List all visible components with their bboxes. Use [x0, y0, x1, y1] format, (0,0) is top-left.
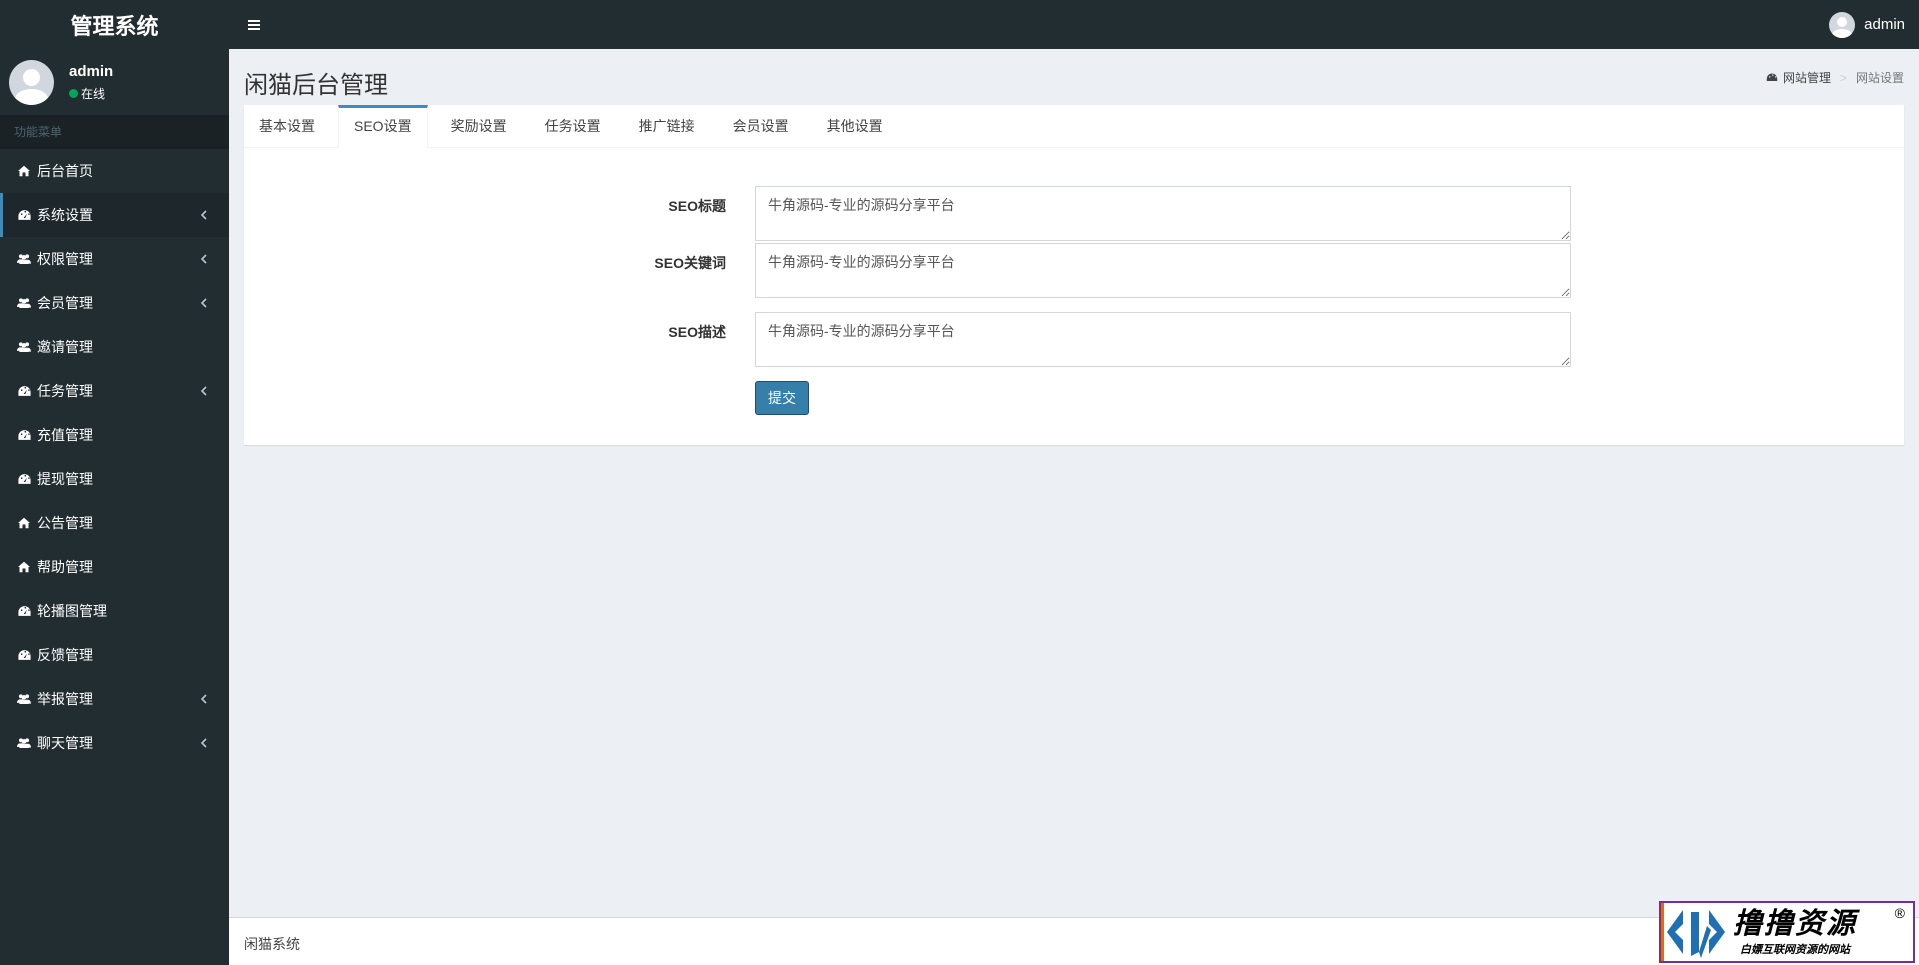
chevron-left-icon [197, 736, 211, 750]
users-icon [17, 692, 31, 706]
tab-6[interactable]: 其他设置 [812, 105, 898, 148]
sidebar-item-label: 邀请管理 [37, 339, 93, 355]
sidebar-item-label: 后台首页 [37, 163, 93, 179]
sidebar: admin 在线 功能菜单 后台首页系统设置权限管理会员管理邀请管理任务管理充值… [0, 49, 229, 965]
online-dot-icon [69, 88, 78, 98]
users-icon [17, 736, 31, 750]
sidebar-item-8[interactable]: 公告管理 [0, 501, 229, 545]
seo-title-label: SEO标题 [668, 198, 726, 214]
main-content: 闲猫后台管理 网站管理 > 网站设置 基本设置 SEO设置 奖励设置 任务设置 推广链接… [229, 49, 1919, 917]
form-row-seo-keywords: SEO关键词 牛角源码-专业的源码分享平台 [244, 243, 1904, 298]
sidebar-item-label: 会员管理 [37, 295, 93, 311]
chevron-left-icon [197, 296, 211, 310]
avatar [9, 59, 54, 105]
page-title: 闲猫后台管理 [244, 72, 388, 99]
avatar [1829, 11, 1856, 38]
sidebar-item-0[interactable]: 后台首页 [0, 149, 229, 193]
home-icon [17, 164, 31, 178]
breadcrumb-item-site[interactable]: 网站管理 [1783, 69, 1831, 86]
watermark-title: 撸撸资源 [1733, 908, 1858, 940]
tab-5[interactable]: 会员设置 [718, 105, 804, 148]
users-icon [17, 340, 31, 354]
seo-description-input[interactable]: 牛角源码-专业的源码分享平台 [755, 312, 1571, 367]
dashboard-icon [17, 428, 31, 442]
users-icon [17, 296, 31, 310]
sidebar-item-5[interactable]: 任务管理 [0, 369, 229, 413]
users-icon [17, 252, 31, 266]
dashboard-icon [17, 208, 31, 222]
submit-button[interactable]: 提交 [755, 381, 809, 415]
seo-keywords-label: SEO关键词 [654, 255, 726, 271]
seo-description-label: SEO描述 [668, 324, 726, 340]
sidebar-item-label: 权限管理 [37, 251, 93, 267]
breadcrumb: 网站管理 > 网站设置 [1766, 69, 1904, 86]
tab-3[interactable]: 任务设置 [530, 105, 616, 148]
status-badge: 在线 [69, 85, 113, 102]
watermark-subtitle: 白嫖互联网资源的网站 [1740, 944, 1850, 956]
seo-keywords-input[interactable]: 牛角源码-专业的源码分享平台 [755, 243, 1571, 298]
watermark-logo: 撸撸资源 白嫖互联网资源的网站 ® [1659, 901, 1915, 963]
sidebar-item-13[interactable]: 聊天管理 [0, 721, 229, 765]
registered-mark: ® [1894, 905, 1905, 921]
dashboard-icon [17, 472, 31, 486]
sidebar-item-1[interactable]: 系统设置 [0, 193, 229, 237]
sidebar-item-label: 反馈管理 [37, 647, 93, 663]
settings-box: 基本设置 SEO设置 奖励设置 任务设置 推广链接 会员设置 其他设置 SEO标题 牛角源码… [244, 105, 1904, 445]
seo-title-input[interactable]: 牛角源码-专业的源码分享平台 [755, 186, 1571, 241]
dashboard-icon [17, 384, 31, 398]
dashboard-icon [17, 604, 31, 618]
sidebar-menu: 后台首页系统设置权限管理会员管理邀请管理任务管理充值管理提现管理公告管理帮助管理… [0, 149, 229, 765]
sidebar-item-label: 任务管理 [37, 383, 93, 399]
sidebar-item-3[interactable]: 会员管理 [0, 281, 229, 325]
hamburger-icon [248, 23, 260, 26]
brand-mark-icon [1667, 910, 1725, 958]
sidebar-item-label: 帮助管理 [37, 559, 93, 575]
chevron-left-icon [197, 252, 211, 266]
dashboard-icon [17, 648, 31, 662]
home-icon [17, 560, 31, 574]
sidebar-item-11[interactable]: 反馈管理 [0, 633, 229, 677]
tab-1[interactable]: SEO设置 [338, 105, 428, 148]
chevron-left-icon [197, 692, 211, 706]
sidebar-item-label: 轮播图管理 [37, 603, 107, 619]
user-panel: admin 在线 [0, 49, 229, 115]
app-logo[interactable]: 管理系统 [0, 0, 229, 49]
chevron-left-icon [197, 208, 211, 222]
sidebar-item-label: 公告管理 [37, 515, 93, 531]
tab-4[interactable]: 推广链接 [624, 105, 710, 148]
top-header: 管理系统 admin [0, 0, 1919, 49]
sidebar-item-label: 举报管理 [37, 691, 93, 707]
tab-2[interactable]: 奖励设置 [436, 105, 522, 148]
sidebar-item-7[interactable]: 提现管理 [0, 457, 229, 501]
sidebar-item-label: 充值管理 [37, 427, 93, 443]
breadcrumb-separator: > [1839, 70, 1847, 85]
form-row-seo-description: SEO描述 牛角源码-专业的源码分享平台 [244, 312, 1904, 367]
sidebar-item-6[interactable]: 充值管理 [0, 413, 229, 457]
sidebar-item-2[interactable]: 权限管理 [0, 237, 229, 281]
sidebar-item-label: 系统设置 [37, 207, 93, 223]
footer-text: 闲猫系统 [244, 936, 300, 952]
sidebar-item-label: 聊天管理 [37, 735, 93, 751]
menu-header: 功能菜单 [0, 115, 229, 149]
tab-bar: 基本设置 SEO设置 奖励设置 任务设置 推广链接 会员设置 其他设置 [244, 105, 1904, 148]
status-text: 在线 [81, 86, 106, 101]
sidebar-user-name: admin [69, 62, 114, 80]
sidebar-toggle-button[interactable] [234, 0, 274, 49]
breadcrumb-item-current: 网站设置 [1855, 71, 1904, 85]
home-icon [17, 516, 31, 530]
chevron-left-icon [197, 384, 211, 398]
sidebar-item-12[interactable]: 举报管理 [0, 677, 229, 721]
user-menu[interactable]: admin [1829, 0, 1905, 49]
sidebar-item-4[interactable]: 邀请管理 [0, 325, 229, 369]
dashboard-icon [1766, 73, 1778, 81]
form-row-seo-title: SEO标题 牛角源码-专业的源码分享平台 [244, 186, 1904, 241]
header-user-name: admin [1864, 16, 1905, 33]
sidebar-item-10[interactable]: 轮播图管理 [0, 589, 229, 633]
tab-0[interactable]: 基本设置 [244, 105, 330, 148]
sidebar-item-label: 提现管理 [37, 471, 93, 487]
sidebar-item-9[interactable]: 帮助管理 [0, 545, 229, 589]
